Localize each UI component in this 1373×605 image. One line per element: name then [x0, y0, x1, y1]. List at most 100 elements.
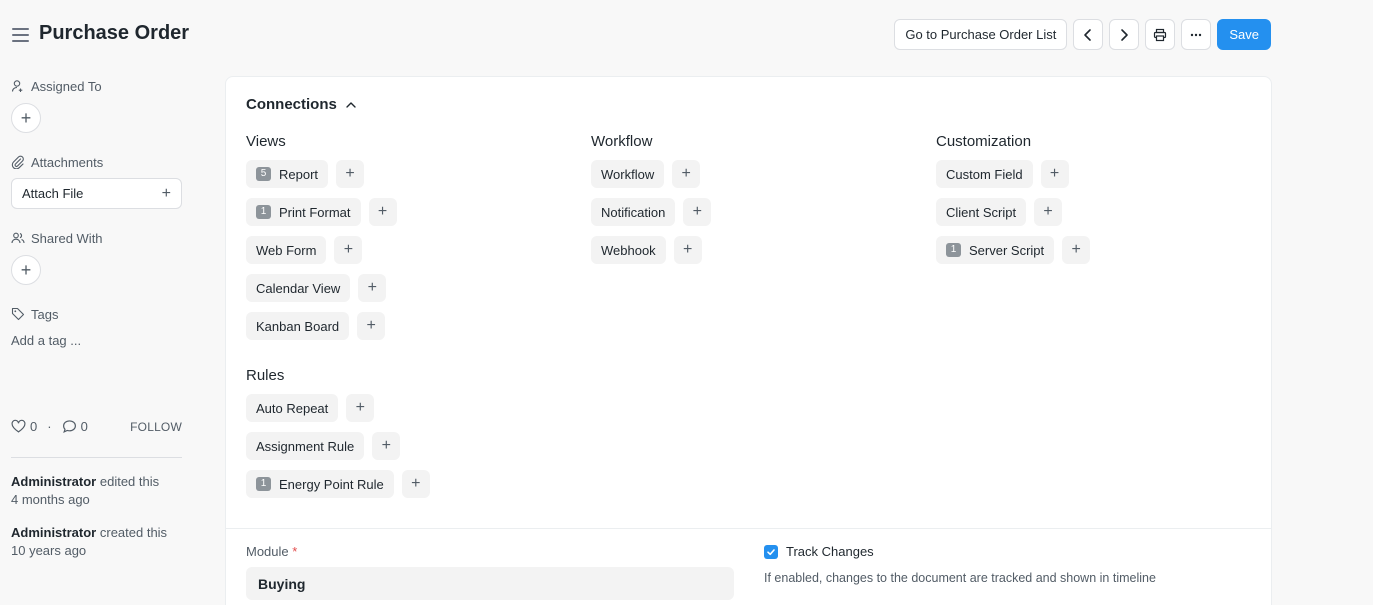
connection-label: Auto Repeat	[256, 400, 329, 416]
heart-icon[interactable]	[11, 419, 26, 434]
track-changes-checkbox[interactable]	[764, 544, 778, 559]
views-heading: Views	[246, 133, 286, 150]
add-kanban-board-button[interactable]: +	[357, 312, 386, 340]
connection-custom-field[interactable]: Custom Field	[936, 160, 1033, 188]
connection-row: Assignment Rule +	[246, 432, 430, 460]
follow-button[interactable]: FOLLOW	[130, 420, 182, 434]
connection-calendar-view[interactable]: Calendar View	[246, 274, 351, 302]
ellipsis-icon	[1191, 33, 1202, 36]
add-share-button[interactable]: +	[11, 255, 41, 285]
connection-label: Client Script	[946, 204, 1017, 220]
connection-webhook[interactable]: Webhook	[591, 236, 666, 264]
connection-row: Client Script +	[936, 198, 1090, 226]
attach-file-button[interactable]: Attach File +	[11, 178, 182, 209]
plus-icon: +	[161, 184, 171, 202]
connection-label: Custom Field	[946, 166, 1023, 182]
checkmark-icon	[767, 548, 775, 555]
toolbar: Go to Purchase Order List Save	[894, 19, 1271, 50]
connection-assignment-rule[interactable]: Assignment Rule	[246, 432, 365, 460]
add-calendar-view-button[interactable]: +	[358, 274, 387, 302]
add-custom-field-button[interactable]: +	[1040, 160, 1069, 188]
add-assignee-button[interactable]: +	[11, 103, 41, 133]
page-title: Purchase Order	[39, 22, 190, 44]
form-card: Connections Views 5 Report + 1 Print Forma…	[225, 76, 1272, 605]
tags-text: Tags	[31, 306, 59, 322]
comment-count: 0	[80, 419, 88, 434]
module-input[interactable]	[246, 567, 734, 600]
connection-auto-repeat[interactable]: Auto Repeat	[246, 394, 339, 422]
assigned-to-label: Assigned To	[11, 77, 102, 95]
connection-print-format[interactable]: 1 Print Format	[246, 198, 361, 226]
activity-user[interactable]: Administrator	[11, 474, 96, 489]
connection-web-form[interactable]: Web Form	[246, 236, 327, 264]
add-webhook-button[interactable]: +	[673, 236, 702, 264]
add-print-format-button[interactable]: +	[368, 198, 397, 226]
views-column: Views 5 Report + 1 Print Format + Web Form…	[246, 133, 397, 350]
connection-label: Notification	[601, 204, 666, 220]
connections-title: Connections	[246, 96, 337, 113]
add-workflow-button[interactable]: +	[672, 160, 701, 188]
connection-row: Notification +	[591, 198, 712, 226]
users-icon	[11, 232, 25, 244]
activity-item: Administrator edited this 4 months ago	[11, 473, 182, 509]
sidebar-toggle-icon[interactable]	[12, 28, 29, 42]
connection-label: Print Format	[279, 204, 351, 220]
track-changes-field: Track Changes	[764, 544, 874, 559]
rules-column: Rules Auto Repeat + Assignment Rule + 1E…	[246, 367, 430, 508]
connection-label: Server Script	[969, 242, 1045, 258]
printer-icon	[1154, 28, 1167, 41]
assigned-to-text: Assigned To	[31, 78, 102, 94]
save-button[interactable]: Save	[1217, 19, 1271, 50]
activity-user[interactable]: Administrator	[11, 525, 96, 540]
next-doc-button[interactable]	[1109, 19, 1140, 50]
go-to-list-button[interactable]: Go to Purchase Order List	[894, 19, 1068, 50]
connection-client-script[interactable]: Client Script	[936, 198, 1027, 226]
add-notification-button[interactable]: +	[683, 198, 712, 226]
add-report-button[interactable]: +	[336, 160, 365, 188]
connection-row: Auto Repeat +	[246, 394, 430, 422]
connection-row: Custom Field +	[936, 160, 1090, 188]
count-badge: 5	[256, 167, 271, 181]
connection-notification[interactable]: Notification	[591, 198, 676, 226]
add-tag-input[interactable]: Add a tag ...	[11, 333, 81, 348]
activity-action: created this	[99, 525, 168, 540]
customization-column: Customization Custom Field + Client Scri…	[936, 133, 1091, 274]
connection-row: 1 Energy Point Rule +	[246, 470, 430, 498]
connection-row: 1 Server Script +	[936, 236, 1091, 264]
count-badge: 1	[946, 243, 961, 257]
add-client-script-button[interactable]: +	[1034, 198, 1063, 226]
connection-label: Report	[279, 166, 319, 182]
connection-kanban-board[interactable]: Kanban Board	[246, 312, 350, 340]
connection-energy-point-rule[interactable]: 1 Energy Point Rule	[246, 470, 394, 498]
activity-time: 4 months ago	[11, 492, 90, 507]
comment-icon[interactable]	[62, 419, 77, 434]
count-badge: 1	[256, 477, 271, 491]
attachments-text: Attachments	[31, 154, 104, 170]
required-marker: *	[292, 544, 298, 559]
track-changes-description: If enabled, changes to the document are …	[764, 571, 1156, 585]
connection-report[interactable]: 5 Report	[246, 160, 329, 188]
connection-row: Calendar View +	[246, 274, 397, 302]
activity-action: edited this	[99, 474, 160, 489]
add-web-form-button[interactable]: +	[334, 236, 363, 264]
module-label-text: Module	[246, 544, 289, 559]
add-energy-point-rule-button[interactable]: +	[401, 470, 430, 498]
connection-label: Web Form	[256, 242, 317, 258]
add-auto-repeat-button[interactable]: +	[346, 394, 375, 422]
connections-toggle[interactable]: Connections	[246, 96, 357, 113]
connection-workflow[interactable]: Workflow	[591, 160, 665, 188]
print-button[interactable]	[1145, 19, 1176, 50]
connection-label: Workflow	[601, 166, 655, 182]
chevron-right-icon	[1121, 28, 1129, 41]
connection-row: 1 Print Format +	[246, 198, 397, 226]
add-server-script-button[interactable]: +	[1062, 236, 1091, 264]
likes-row: 0 · 0 FOLLOW	[11, 419, 182, 434]
more-menu-button[interactable]	[1181, 19, 1212, 50]
connection-row: Web Form +	[246, 236, 397, 264]
chevron-up-icon	[346, 101, 356, 108]
attachments-label: Attachments	[11, 153, 103, 171]
previous-doc-button[interactable]	[1073, 19, 1104, 50]
connection-server-script[interactable]: 1 Server Script	[936, 236, 1055, 264]
workflow-heading: Workflow	[591, 133, 653, 150]
add-assignment-rule-button[interactable]: +	[372, 432, 401, 460]
